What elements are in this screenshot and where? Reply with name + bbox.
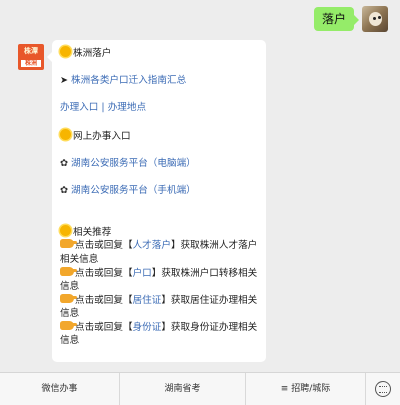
sun-icon <box>60 46 71 57</box>
title-line: 株洲落户 <box>60 46 258 61</box>
message-title: 株洲落户 <box>73 48 112 59</box>
recommendation-item: 点击或回复【居住证】获取居住证办理相关信息 <box>60 293 258 320</box>
user-avatar[interactable] <box>362 6 388 32</box>
entry-location-line: 办理入口 | 办理地点 <box>60 101 258 115</box>
submenu-icon: ≡ <box>280 384 289 394</box>
pointing-hand-icon <box>60 266 77 276</box>
pointing-hand-icon <box>60 293 77 303</box>
pointing-hand-icon <box>60 239 77 249</box>
bottom-menu: 微信办事 湖南省考 ≡ 招聘/城际 <box>0 372 400 405</box>
mobile-link-line: ✿ 湖南公安服务平台（手机端） <box>60 184 258 198</box>
outgoing-message-row: 落户 <box>313 6 388 32</box>
entry-link[interactable]: 办理入口 <box>60 102 98 113</box>
guide-line: ➤ 株洲各类户口迁入指南汇总 <box>60 74 258 88</box>
pc-link[interactable]: 湖南公安服务平台（电脑端） <box>71 158 196 169</box>
avatar-bottom-text: 株洲 <box>21 60 41 67</box>
official-account-avatar[interactable]: 株潭 株洲 <box>18 44 44 70</box>
keyboard-toggle[interactable] <box>366 373 400 405</box>
online-title-line: 网上办事入口 <box>60 128 258 144</box>
related-title: 相关推荐 <box>73 226 112 238</box>
pc-link-line: ✿ 湖南公安服务平台（电脑端） <box>60 157 258 171</box>
keyword-link[interactable]: 身份证 <box>133 322 162 333</box>
link-separator: | <box>98 102 108 114</box>
sun-icon <box>60 224 71 236</box>
related-title-line: 相关推荐 <box>60 224 258 240</box>
menu-item-hunan-exam[interactable]: 湖南省考 <box>120 373 246 405</box>
online-title: 网上办事入口 <box>73 130 131 142</box>
flower-icon: ✿ <box>60 157 69 169</box>
mobile-link[interactable]: 湖南公安服务平台（手机端） <box>71 185 196 196</box>
avatar-top-text: 株潭 <box>24 47 38 55</box>
flower-icon: ✿ <box>60 184 69 196</box>
sun-icon <box>60 128 71 140</box>
chat-area: 落户 株潭 株洲 株洲落户 ➤ 株洲各类户口迁入指南汇总 办理入口 | 办理地点 … <box>0 0 400 372</box>
keyword-link[interactable]: 户口 <box>133 268 152 279</box>
recommendation-item: 点击或回复【身份证】获取身份证办理相关信息 <box>60 320 258 347</box>
guide-link[interactable]: 株洲各类户口迁入指南汇总 <box>71 75 186 86</box>
arrow-icon: ➤ <box>60 75 69 87</box>
incoming-message-bubble: 株洲落户 ➤ 株洲各类户口迁入指南汇总 办理入口 | 办理地点 网上办事入口 ✿ 湖… <box>47 40 266 362</box>
pointing-hand-icon <box>60 320 77 330</box>
keyboard-icon <box>375 381 391 397</box>
keyword-link[interactable]: 居住证 <box>133 295 162 306</box>
recommendation-item: 点击或回复【人才落户】获取株洲人才落户相关信息 <box>60 239 258 265</box>
menu-item-wechat-service[interactable]: 微信办事 <box>0 373 120 405</box>
keyword-link[interactable]: 人才落户 <box>133 240 171 251</box>
recommendation-item: 点击或回复【户口】获取株洲户口转移相关信息 <box>60 266 258 293</box>
outgoing-message-bubble[interactable]: 落户 <box>313 7 360 31</box>
location-link[interactable]: 办理地点 <box>108 102 146 113</box>
menu-item-recruitment[interactable]: ≡ 招聘/城际 <box>246 373 366 405</box>
menu-item-recruitment-label: 招聘/城际 <box>291 384 331 394</box>
